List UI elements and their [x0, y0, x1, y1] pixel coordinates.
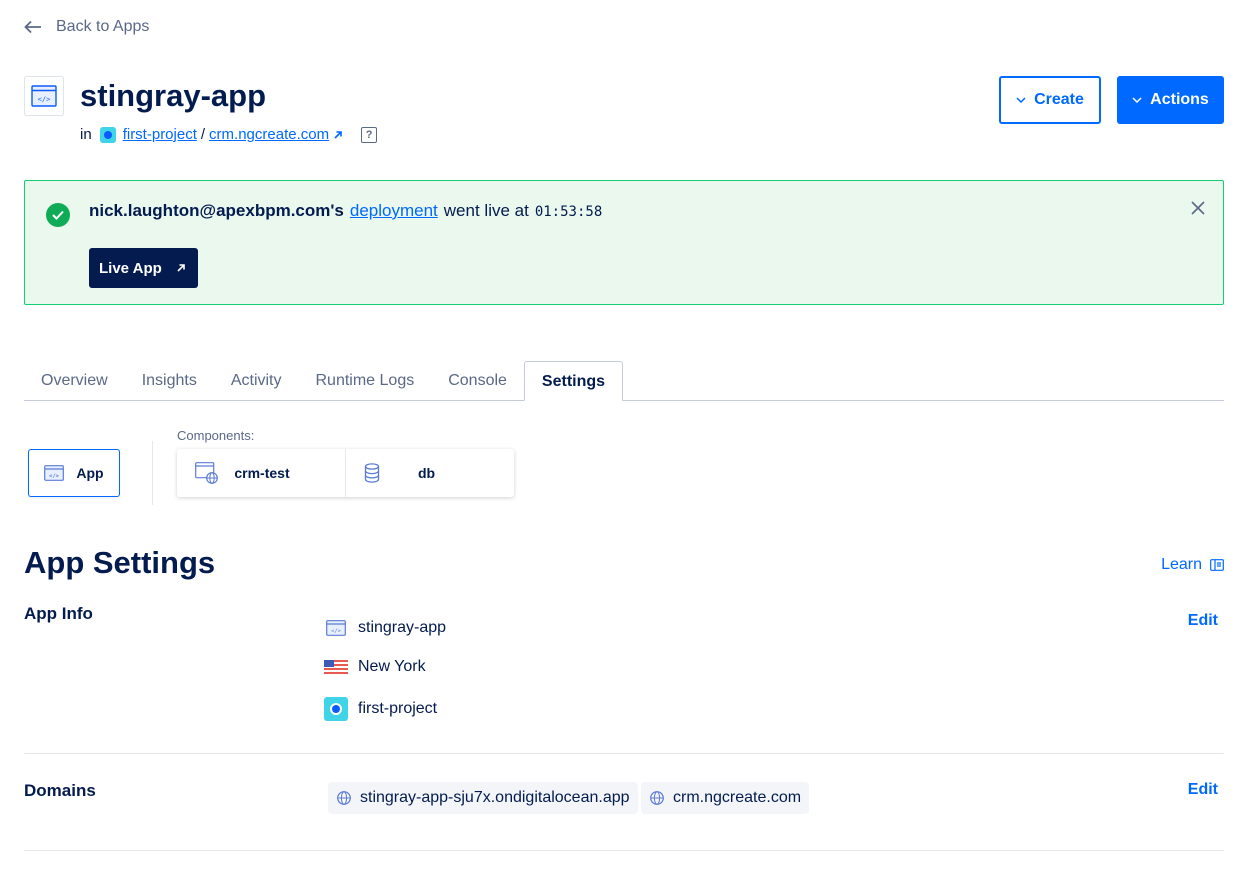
component-app-button[interactable]: </> App: [28, 449, 120, 497]
tab-overview[interactable]: Overview: [24, 361, 125, 401]
component-name: crm-test: [234, 465, 290, 481]
domains-label: Domains: [24, 781, 96, 800]
app-info-edit-button[interactable]: Edit: [1188, 612, 1218, 630]
app-name-row: </> stingray-app: [324, 618, 446, 638]
banner-text: went live at: [443, 201, 529, 220]
project-link[interactable]: first-project: [123, 126, 197, 143]
chevron-down-icon: [1016, 97, 1026, 103]
project-value: first-project: [358, 700, 438, 717]
region-value: New York: [358, 658, 426, 675]
project-icon: [99, 126, 116, 143]
app-icon: </>: [326, 620, 346, 636]
project-icon: [324, 697, 348, 721]
page-title: stingray-app: [80, 78, 267, 113]
external-link-icon: [177, 264, 185, 272]
tab-activity[interactable]: Activity: [214, 361, 299, 401]
section-divider: [24, 850, 1224, 851]
live-app-button[interactable]: Live App: [89, 248, 198, 288]
actions-button[interactable]: Actions: [1117, 76, 1224, 124]
component-crm-test[interactable]: crm-test: [177, 449, 345, 497]
book-icon: [1210, 559, 1224, 571]
component-name: db: [417, 465, 436, 481]
deployment-link[interactable]: deployment: [350, 201, 438, 221]
create-button[interactable]: Create: [999, 76, 1101, 124]
banner-time: 01:53:58: [534, 204, 603, 220]
domains-edit-button[interactable]: Edit: [1188, 781, 1218, 799]
svg-text:</>: </>: [49, 474, 60, 480]
back-label: Back to Apps: [56, 18, 150, 35]
app-name-value: stingray-app: [358, 619, 447, 636]
app-icon: </>: [24, 76, 64, 116]
check-circle-icon: [46, 203, 70, 227]
learn-link[interactable]: Learn: [1161, 556, 1224, 574]
learn-label: Learn: [1161, 556, 1202, 573]
tab-insights[interactable]: Insights: [125, 361, 214, 401]
chevron-down-icon: [1132, 97, 1142, 103]
tab-runtime-logs[interactable]: Runtime Logs: [299, 361, 432, 401]
globe-icon: [337, 791, 351, 805]
domain-chip: stingray-app-sju7x.ondigitalocean.app: [328, 782, 638, 814]
components-label: Components:: [177, 428, 255, 443]
external-link-icon: [334, 130, 342, 139]
app-info-label: App Info: [24, 604, 93, 623]
arrow-left-icon: [24, 20, 41, 34]
tab-bar: Overview Insights Activity Runtime Logs …: [24, 361, 1224, 401]
create-label: Create: [1034, 91, 1084, 108]
banner-user: nick.laughton@apexbpm.com's: [89, 201, 344, 220]
domain-value: stingray-app-sju7x.ondigitalocean.app: [360, 789, 630, 806]
deployment-banner: nick.laughton@apexbpm.com's deployment w…: [24, 180, 1224, 305]
domain-chip: crm.ngcreate.com: [641, 782, 810, 814]
banner-message: nick.laughton@apexbpm.com's deployment w…: [89, 201, 602, 221]
component-app-label: App: [76, 465, 104, 481]
divider: [152, 441, 153, 505]
app-breadcrumb: in first-project / crm.ngcreate.com ?: [80, 126, 378, 143]
section-divider: [24, 753, 1224, 754]
tab-console[interactable]: Console: [431, 361, 524, 401]
close-icon[interactable]: [1189, 199, 1207, 217]
breadcrumb-separator: /: [200, 126, 206, 143]
help-icon[interactable]: ?: [361, 126, 378, 143]
web-service-icon: [195, 462, 218, 484]
in-label: in: [80, 126, 92, 143]
live-app-label: Live App: [99, 259, 162, 277]
svg-text:</>: </>: [331, 629, 342, 635]
domain-value: crm.ngcreate.com: [673, 789, 802, 806]
components-group: crm-test db: [177, 449, 514, 497]
globe-icon: [650, 791, 664, 805]
svg-text:</>: </>: [38, 96, 51, 104]
us-flag-icon: [324, 660, 348, 674]
app-icon: </>: [44, 465, 65, 481]
database-icon: [364, 463, 380, 483]
app-settings-heading: App Settings: [24, 545, 216, 580]
domain-link[interactable]: crm.ngcreate.com: [209, 126, 329, 143]
actions-label: Actions: [1150, 91, 1209, 108]
region-row: New York: [324, 658, 426, 676]
back-to-apps-link[interactable]: Back to Apps: [24, 18, 149, 36]
tab-settings[interactable]: Settings: [523, 361, 624, 401]
component-db[interactable]: db: [345, 449, 513, 497]
project-row: first-project: [324, 697, 437, 721]
